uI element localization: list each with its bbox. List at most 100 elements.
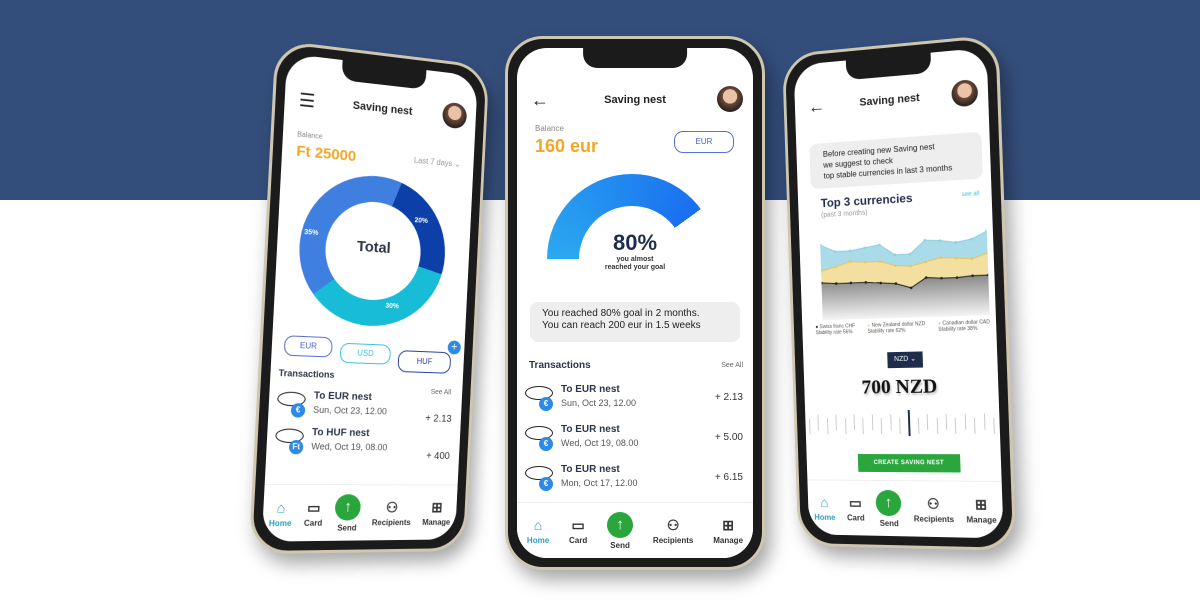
phone-left: ☰ Saving nest Balance Ft 25000 Last 7 da…	[248, 39, 490, 555]
currency-badge: €	[539, 437, 553, 451]
slider-tick	[809, 418, 811, 435]
bottom-nav: ⌂ Home ▭ Card ↑ Send ⚇ Recipients ⊞ Manage	[807, 479, 1004, 539]
nav-label: Home	[268, 518, 292, 528]
transaction-name: To EUR nest	[561, 464, 620, 475]
balance-value: Ft 25000	[295, 142, 357, 166]
card-icon: ▭	[848, 494, 862, 511]
currency-badge: €	[539, 477, 553, 491]
amount-display: 700 NZD	[861, 375, 938, 399]
bottom-nav: ⌂ Home ▭ Card ↑ Send ⚇ Recipients ⊞ Manage	[261, 483, 458, 542]
grid-icon: ⊞	[431, 498, 443, 515]
arrow-up-icon: ↑	[875, 489, 902, 516]
transaction-date: Wed, Oct 19, 08.00	[561, 438, 639, 448]
see-all-link[interactable]: See All	[721, 362, 743, 369]
notch	[341, 60, 427, 90]
chart-subtitle: (past 3 months)	[821, 209, 868, 220]
transaction-row[interactable]: € To EUR nest Sun, Oct 23, 12.00 + 2.13	[525, 384, 743, 422]
period-dropdown[interactable]: Last 7 days ⌄	[414, 156, 461, 169]
nav-card[interactable]: ▭ Card	[846, 494, 865, 522]
chevron-down-icon: ⌄	[910, 355, 917, 363]
add-currency-button[interactable]: +	[447, 340, 462, 355]
nav-label: Home	[814, 512, 836, 522]
phone-center: ← Saving nest Balance 160 eur EUR 80% yo…	[505, 36, 765, 570]
amount-slider[interactable]	[809, 405, 1004, 446]
nav-send[interactable]: ↑ Send	[607, 511, 634, 550]
currency-select[interactable]: EUR	[674, 131, 734, 153]
grid-icon: ⊞	[722, 516, 734, 533]
currency-badge: €	[290, 403, 306, 418]
arrow-up-icon: ↑	[607, 511, 634, 538]
nav-manage[interactable]: ⊞ Manage	[713, 517, 743, 545]
avatar[interactable]	[441, 101, 468, 130]
currency-area-chart	[819, 213, 990, 321]
transaction-amount: + 2.13	[425, 413, 452, 425]
slider-tick	[926, 413, 929, 430]
nav-home[interactable]: ⌂ Home	[527, 517, 549, 545]
bottom-nav: ⌂ Home ▭ Card ↑ Send ⚇ Recipients ⊞ Manage	[517, 502, 753, 558]
nav-home[interactable]: ⌂ Home	[269, 499, 293, 528]
create-saving-nest-button[interactable]: CREATE SAVING NEST	[857, 454, 961, 473]
legend-item: ● New Zealand dollar NZD Stability rate 6…	[867, 321, 925, 335]
avatar[interactable]	[951, 78, 979, 108]
nav-manage[interactable]: ⊞ Manage	[422, 499, 451, 527]
chart-title: Top 3 currencies	[820, 190, 913, 211]
chevron-down-icon: ⌄	[454, 159, 461, 169]
transaction-row[interactable]: € To EUR nest Sun, Oct 23, 12.00 + 2.13	[276, 389, 453, 431]
nav-home[interactable]: ⌂ Home	[814, 493, 836, 522]
transaction-row[interactable]: Ft To HUF nest Wed, Oct 19, 08.00 + 400	[274, 426, 451, 467]
nav-card[interactable]: ▭ Card	[569, 517, 587, 545]
nav-label: Send	[610, 540, 630, 550]
nav-label: Home	[526, 535, 550, 545]
transaction-row[interactable]: € To EUR nest Wed, Oct 19, 08.00 + 5.00	[525, 424, 743, 462]
chart-see-all[interactable]: see all	[962, 191, 980, 198]
transactions-title: Transactions	[278, 367, 335, 380]
home-icon: ⌂	[533, 516, 543, 533]
slider-tick	[899, 418, 901, 435]
nav-label: Send	[879, 518, 899, 528]
donut-label-35: 35%	[304, 228, 319, 238]
nav-label: Recipients	[652, 535, 694, 545]
slider-tick	[835, 414, 838, 431]
nav-recipients[interactable]: ⚇ Recipients	[913, 494, 955, 524]
transaction-amount: + 5.00	[714, 432, 743, 443]
nav-send[interactable]: ↑ Send	[334, 493, 362, 532]
info-message: Before creating new Saving nest we sugge…	[809, 131, 983, 190]
nav-card[interactable]: ▭ Card	[304, 499, 324, 528]
phone-right: ← Saving nest Before creating new Saving…	[782, 34, 1017, 552]
transaction-row[interactable]: € To EUR nest Mon, Oct 17, 12.00 + 6.15	[525, 464, 743, 502]
nav-send[interactable]: ↑ Send	[875, 489, 902, 528]
grid-icon: ⊞	[974, 495, 988, 512]
transaction-name: To EUR nest	[561, 384, 620, 395]
donut-label-30: 30%	[385, 302, 399, 311]
notch	[845, 52, 932, 81]
nav-label: Card	[303, 518, 323, 528]
transaction-name: To EUR nest	[313, 390, 373, 404]
screen-dashboard: ☰ Saving nest Balance Ft 25000 Last 7 da…	[261, 53, 478, 542]
currency-eur[interactable]: EUR	[283, 335, 333, 358]
currency-usd[interactable]: USD	[339, 342, 392, 365]
currency-dropdown[interactable]: NZD ⌄	[887, 351, 924, 369]
avatar[interactable]	[717, 86, 743, 112]
nav-recipients[interactable]: ⚇ Recipients	[372, 499, 412, 527]
goal-message-line2: You can reach 200 eur in 1.5 weeks	[542, 320, 701, 331]
transaction-date: Sun, Oct 23, 12.00	[312, 404, 388, 417]
period-label: Last 7 days	[413, 155, 453, 169]
nav-manage[interactable]: ⊞ Manage	[966, 495, 997, 525]
chart-legend: ● Swiss franc CHF Stability rate 56% ● New…	[815, 319, 990, 336]
nav-recipients[interactable]: ⚇ Recipients	[653, 517, 693, 545]
goal-message-line1: You reached 80% goal in 2 months.	[542, 308, 700, 319]
transaction-name: To HUF nest	[311, 427, 370, 440]
currency-huf[interactable]: HUF	[397, 350, 452, 374]
currency-badge: €	[539, 397, 553, 411]
screen-saving-nest: ← Saving nest Balance 160 eur EUR 80% yo…	[517, 48, 753, 558]
home-icon: ⌂	[820, 493, 829, 510]
nav-label: Manage	[713, 535, 744, 545]
slider-tick	[955, 417, 957, 434]
slider-tick	[826, 418, 829, 435]
balance-value: 160 eur	[535, 136, 599, 156]
transaction-name: To EUR nest	[561, 424, 620, 435]
users-icon: ⚇	[926, 494, 940, 512]
goal-message: You reached 80% goal in 2 months. You ca…	[530, 302, 740, 342]
notch	[583, 48, 687, 68]
slider-tick	[945, 413, 948, 430]
